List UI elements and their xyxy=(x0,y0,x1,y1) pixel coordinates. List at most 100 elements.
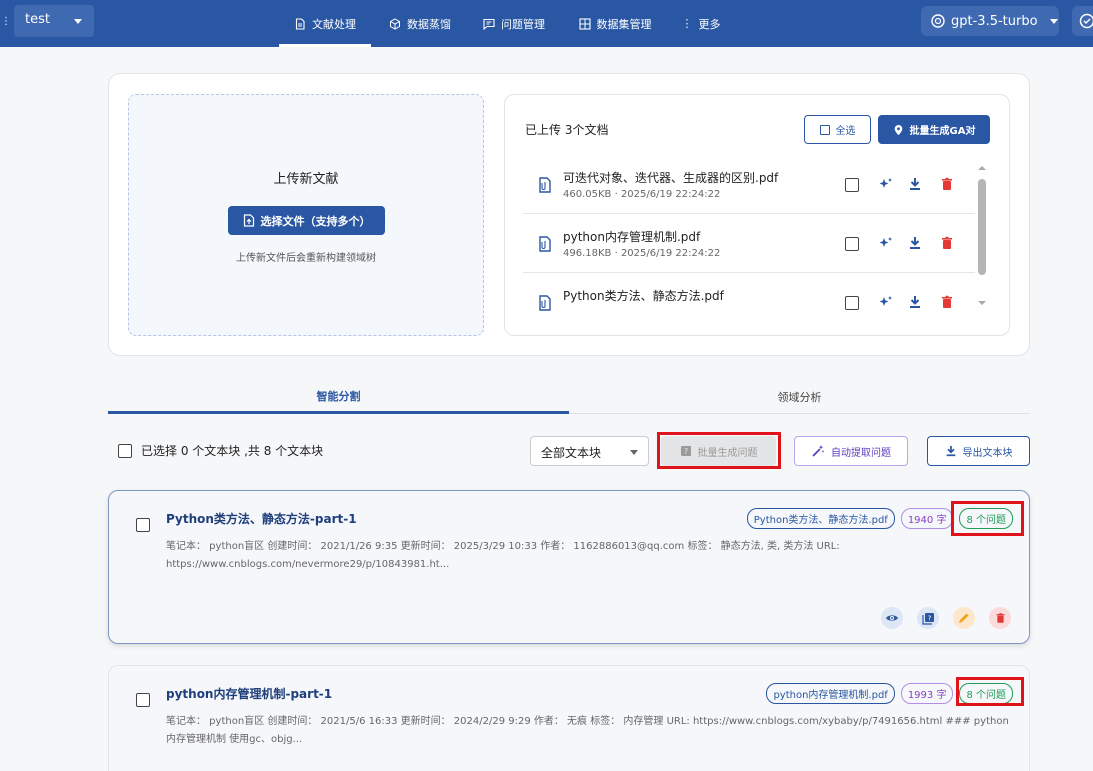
chat-icon xyxy=(483,18,495,30)
checkbox-icon xyxy=(819,124,830,135)
chunk-title[interactable]: Python类方法、静态方法-part-1 xyxy=(166,510,357,527)
download-icon[interactable] xyxy=(908,236,922,250)
project-selector[interactable]: test xyxy=(14,5,94,37)
file-row[interactable]: Python类方法、静态方法.pdf xyxy=(523,273,975,317)
upload-hint: 上传新文件后会重新构建领域树 xyxy=(236,253,376,264)
tab-smart-split[interactable]: 智能分割 xyxy=(108,380,569,414)
nav-label: 数据蒸馏 xyxy=(407,17,451,31)
nav-label: 文献处理 xyxy=(312,17,356,31)
check-circle-icon xyxy=(1079,13,1093,29)
generate-questions-button[interactable]: ? xyxy=(917,607,939,629)
length-tag: 1940 字 xyxy=(900,508,954,529)
auto-extract-questions-button[interactable]: 自动提取问题 xyxy=(794,436,908,466)
nav-label: 问题管理 xyxy=(501,17,545,31)
edit-button[interactable] xyxy=(953,607,975,629)
chunk-preview: 笔记本： python盲区 创建时间： 2021/1/26 9:35 更新时间：… xyxy=(166,541,840,570)
sparkle-icon[interactable] xyxy=(879,236,893,250)
upload-dropzone[interactable]: 上传新文献 选择文件（支持多个） 上传新文件后会重新构建领域树 xyxy=(128,94,484,336)
nav-tab-documents[interactable]: 文献处理 xyxy=(279,0,371,47)
file-list-scrollbar[interactable] xyxy=(977,165,987,310)
tab-domain-analysis[interactable]: 领域分析 xyxy=(569,380,1030,414)
task-status-button[interactable] xyxy=(1072,6,1093,36)
source-tag: python内存管理机制.pdf xyxy=(766,683,895,704)
file-meta: 460.05KB · 2025/6/19 22:24:22 xyxy=(563,189,721,200)
file-row[interactable]: 可迭代对象、迭代器、生成器的区别.pdf 460.05KB · 2025/6/1… xyxy=(523,155,975,214)
document-icon xyxy=(295,17,305,30)
content-tabs: 智能分割 领域分析 xyxy=(108,380,1030,414)
source-tag: Python类方法、静态方法.pdf xyxy=(746,508,895,529)
file-name: Python类方法、静态方法.pdf xyxy=(563,289,724,303)
batch-generate-ga-label: 批量生成GA对 xyxy=(909,126,976,137)
pencil-icon xyxy=(959,613,969,623)
model-name: gpt-3.5-turbo xyxy=(951,13,1038,29)
eye-icon xyxy=(886,615,898,621)
delete-icon[interactable] xyxy=(940,295,954,309)
file-checkbox[interactable] xyxy=(845,178,859,192)
chunk-checkbox[interactable] xyxy=(136,518,150,532)
nav-tab-distill[interactable]: 数据蒸馏 xyxy=(375,0,465,47)
file-checkbox[interactable] xyxy=(845,237,859,251)
chunk-actions: ? xyxy=(881,607,1011,629)
uploaded-files-panel: 已上传 3个文档 全选 批量生成GA对 可迭代对象、迭代器、生成器的区别.pdf… xyxy=(504,94,1010,336)
select-files-button[interactable]: 选择文件（支持多个） xyxy=(228,206,385,235)
main-nav: 文献处理 数据蒸馏 问题管理 数据集管理 ⋮ 更多 xyxy=(279,0,731,47)
chunk-filter-value: 全部文本块 xyxy=(541,446,602,460)
file-name: 可迭代对象、迭代器、生成器的区别.pdf xyxy=(563,171,779,185)
more-vert-icon: ⋮ xyxy=(681,17,693,30)
highlight-box xyxy=(951,501,1024,536)
sparkle-icon[interactable] xyxy=(879,177,893,191)
nav-label: 更多 xyxy=(698,17,721,31)
delete-button[interactable] xyxy=(989,607,1011,629)
pdf-file-icon xyxy=(539,295,551,311)
nav-tab-questions[interactable]: 问题管理 xyxy=(469,0,559,47)
menu-handle-icon[interactable]: ⋮ xyxy=(1,16,11,27)
chevron-down-icon xyxy=(1049,18,1058,24)
magic-wand-icon xyxy=(812,445,825,457)
delete-icon[interactable] xyxy=(940,177,954,191)
view-button[interactable] xyxy=(881,607,903,629)
download-icon xyxy=(946,445,955,457)
location-pin-icon xyxy=(894,124,902,135)
file-checkbox[interactable] xyxy=(845,296,859,310)
nav-label: 数据集管理 xyxy=(596,17,652,31)
file-row[interactable]: python内存管理机制.pdf 496.18KB · 2025/6/19 22… xyxy=(523,214,975,273)
cube-icon xyxy=(390,17,400,30)
select-files-label: 选择文件（支持多个） xyxy=(260,214,371,228)
chevron-down-icon xyxy=(630,450,638,455)
select-all-button[interactable]: 全选 xyxy=(804,115,871,144)
selection-text: 已选择 0 个文本块 ,共 8 个文本块 xyxy=(141,444,324,458)
svg-text:?: ? xyxy=(927,614,931,622)
file-upload-icon xyxy=(243,214,254,227)
chunk-card[interactable]: Python类方法、静态方法-part-1 Python类方法、静态方法.pdf… xyxy=(108,490,1030,644)
chunk-preview: 笔记本： python盲区 创建时间： 2021/5/6 16:33 更新时间：… xyxy=(166,716,1009,745)
dataset-grid-icon xyxy=(578,17,591,30)
delete-icon[interactable] xyxy=(940,236,954,250)
nav-tab-datasets[interactable]: 数据集管理 xyxy=(563,0,667,47)
upload-title: 上传新文献 xyxy=(273,172,339,187)
chunk-title[interactable]: python内存管理机制-part-1 xyxy=(166,685,332,702)
nav-tab-more[interactable]: ⋮ 更多 xyxy=(671,0,731,47)
select-all-label: 全选 xyxy=(835,126,856,137)
download-icon[interactable] xyxy=(908,177,922,191)
download-icon[interactable] xyxy=(908,295,922,309)
pdf-file-icon xyxy=(539,236,551,252)
chunk-filter-select[interactable]: 全部文本块 xyxy=(530,436,649,466)
top-app-bar: ⋮ test 文献处理 数据蒸馏 问题管理 数据集管理 ⋮ 更多 gpt-3.5… xyxy=(0,0,1093,47)
quiz-icon: ? xyxy=(921,612,934,625)
chunk-checkbox[interactable] xyxy=(136,693,150,707)
auto-extract-label: 自动提取问题 xyxy=(831,447,891,459)
openai-logo-icon xyxy=(931,14,945,28)
batch-generate-ga-button[interactable]: 批量生成GA对 xyxy=(878,115,990,144)
sparkle-icon[interactable] xyxy=(879,295,893,309)
export-chunks-button[interactable]: 导出文本块 xyxy=(927,436,1030,466)
pdf-file-icon xyxy=(539,177,551,193)
select-all-chunks-checkbox[interactable] xyxy=(118,443,132,458)
delete-icon xyxy=(996,613,1004,623)
file-meta: 496.18KB · 2025/6/19 22:24:22 xyxy=(563,248,721,259)
highlight-box xyxy=(657,432,781,469)
chunk-card[interactable]: python内存管理机制-part-1 python内存管理机制.pdf 199… xyxy=(108,665,1030,771)
highlight-box xyxy=(956,677,1024,706)
model-selector[interactable]: gpt-3.5-turbo xyxy=(921,6,1059,36)
length-tag: 1993 字 xyxy=(900,683,954,704)
project-name: test xyxy=(25,12,50,27)
